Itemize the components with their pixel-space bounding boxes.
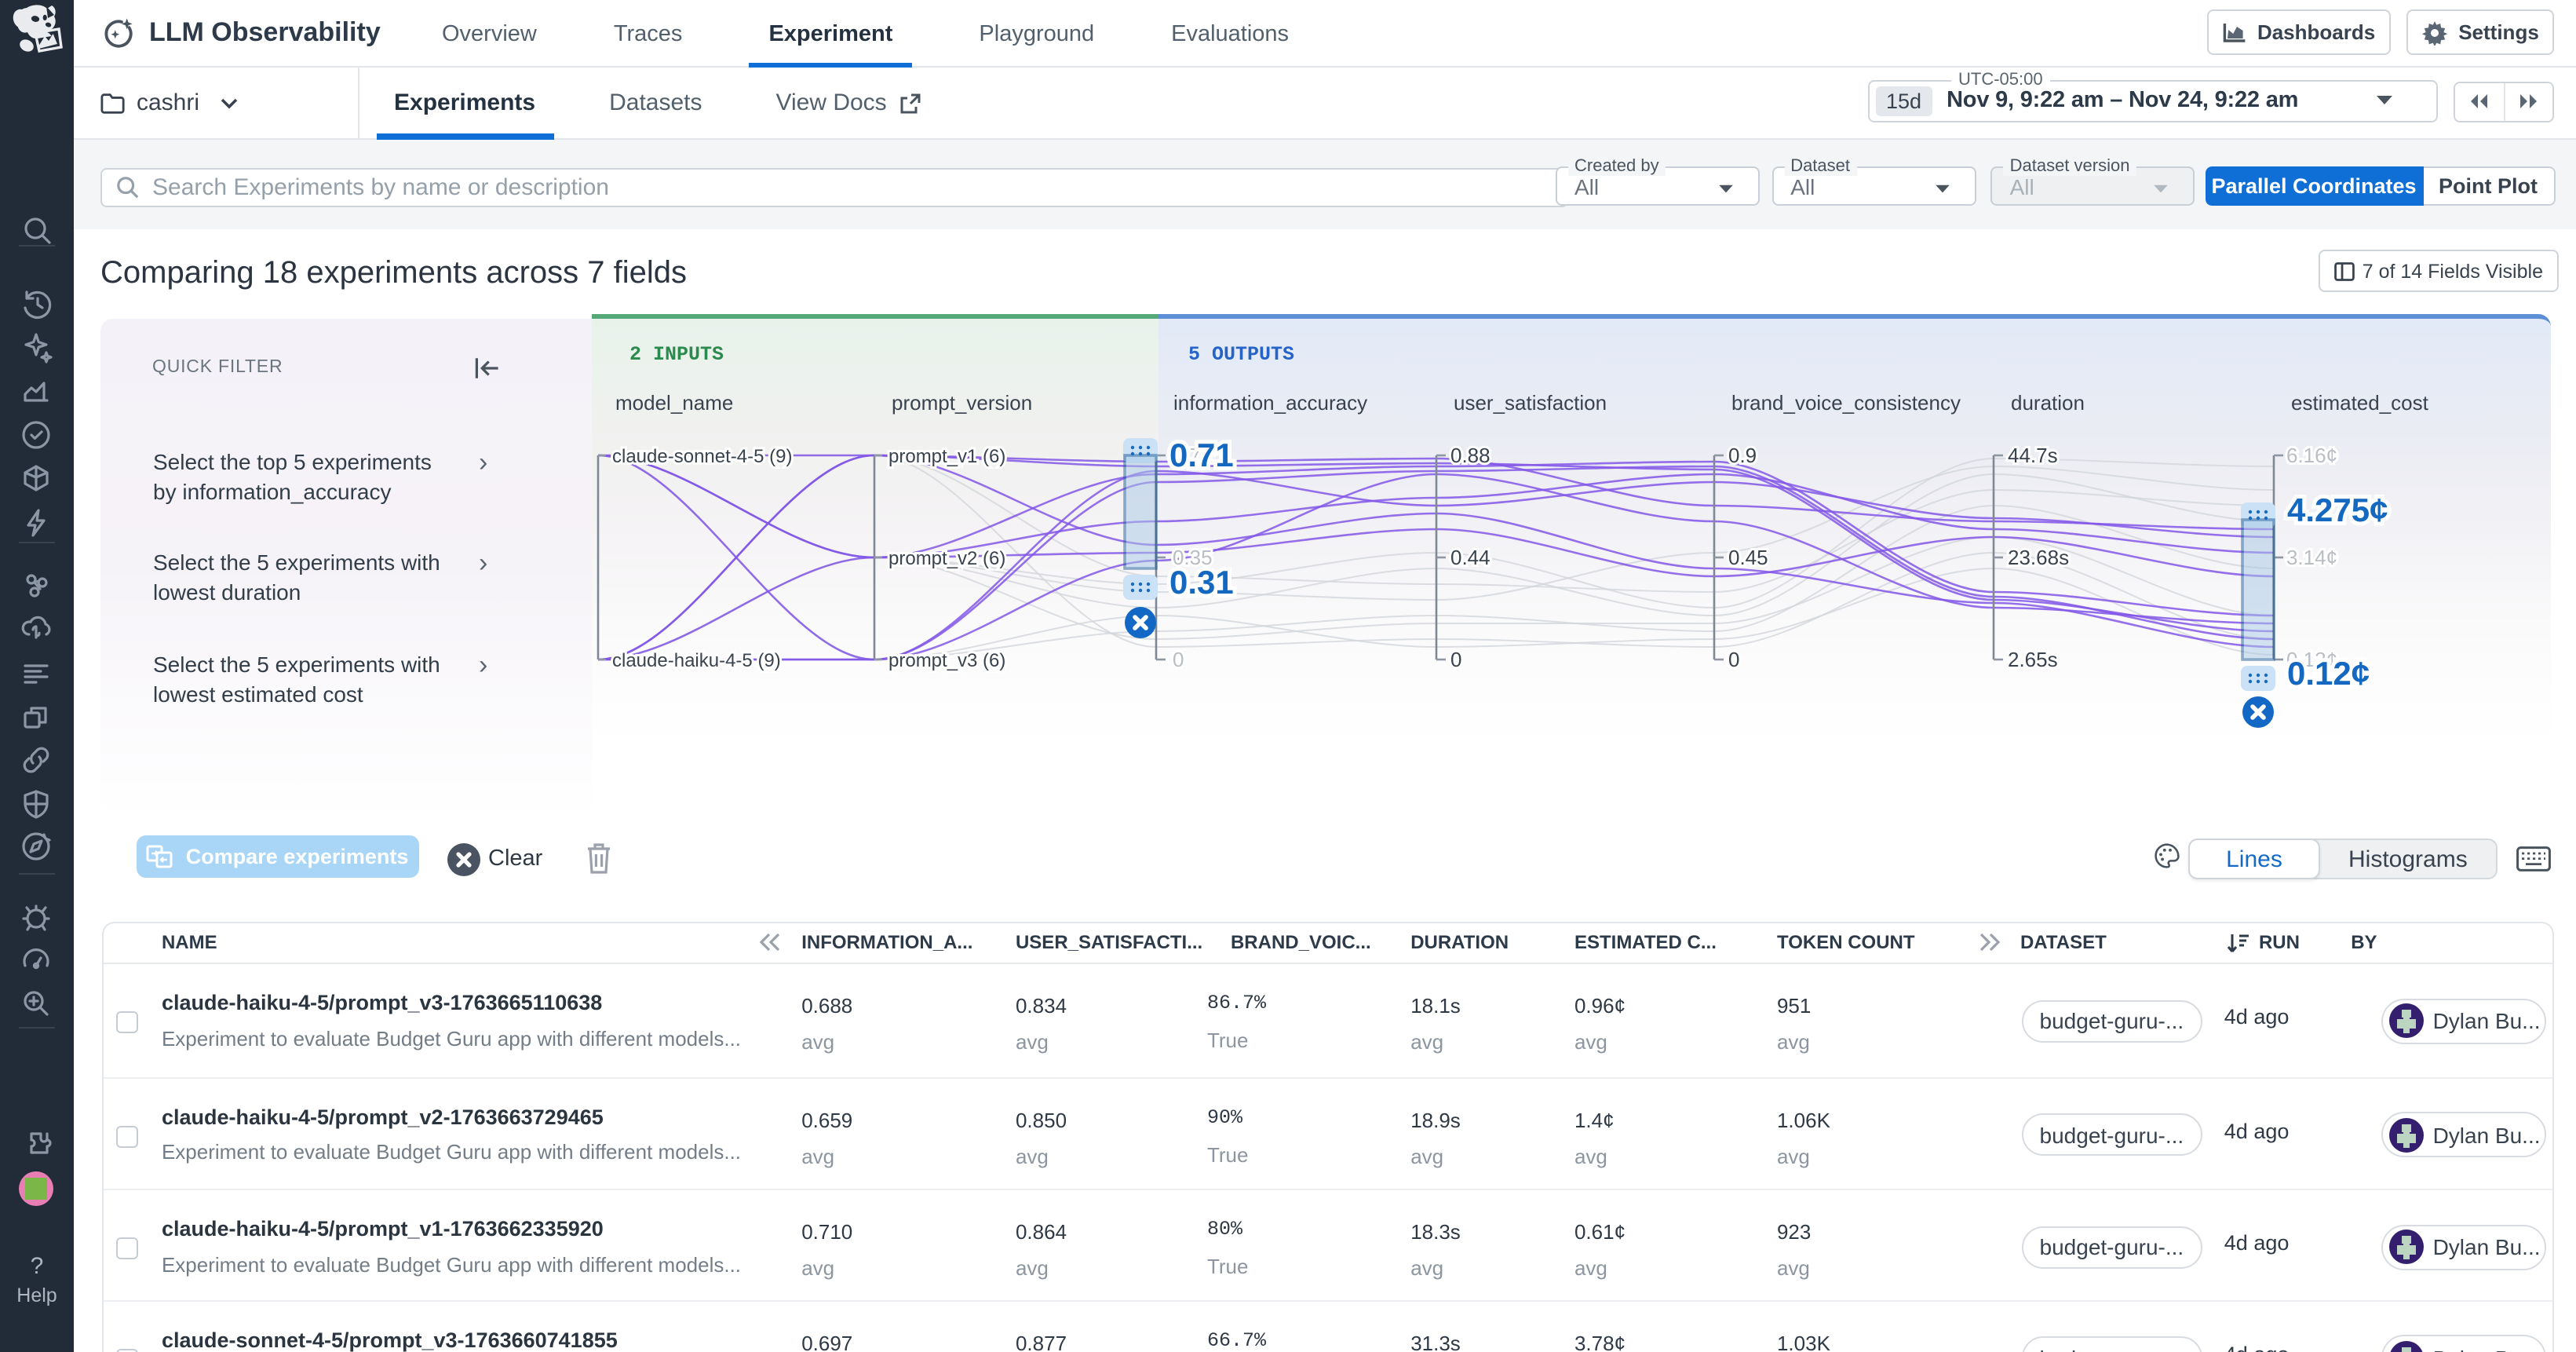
svg-text:6.16¢: 6.16¢	[2286, 444, 2337, 467]
svg-text:0.12¢: 0.12¢	[2287, 655, 2370, 692]
svg-text:0.45: 0.45	[1728, 546, 1768, 569]
svg-text:user_satisfaction: user_satisfaction	[1454, 391, 1607, 415]
svg-text:prompt_v2 (6): prompt_v2 (6)	[888, 548, 1005, 569]
svg-text:0: 0	[1728, 648, 1739, 671]
svg-text:44.7s: 44.7s	[2008, 444, 2058, 467]
svg-text:0: 0	[1450, 648, 1461, 671]
svg-text:prompt_v3 (6): prompt_v3 (6)	[888, 650, 1005, 671]
svg-text:23.68s: 23.68s	[2008, 546, 2069, 569]
svg-text:prompt_v1 (6): prompt_v1 (6)	[888, 446, 1005, 467]
svg-text:estimated_cost: estimated_cost	[2291, 391, 2429, 415]
svg-text:prompt_version: prompt_version	[892, 391, 1032, 415]
svg-text:claude-haiku-4-5 (9): claude-haiku-4-5 (9)	[612, 650, 781, 671]
svg-text:2.65s: 2.65s	[2008, 648, 2058, 671]
svg-text:duration: duration	[2011, 391, 2085, 415]
svg-text:0.31: 0.31	[1169, 564, 1234, 601]
svg-text:3.14¢: 3.14¢	[2286, 546, 2337, 569]
svg-text:0: 0	[1173, 648, 1184, 671]
svg-text:4.275¢: 4.275¢	[2287, 491, 2388, 528]
svg-text:0.9: 0.9	[1728, 444, 1757, 467]
svg-text:claude-sonnet-4-5 (9): claude-sonnet-4-5 (9)	[612, 446, 792, 467]
svg-text:model_name: model_name	[615, 391, 733, 415]
svg-text:0.44: 0.44	[1450, 546, 1491, 569]
svg-text:0.71: 0.71	[1169, 437, 1234, 473]
svg-text:0.88: 0.88	[1450, 444, 1491, 467]
svg-text:information_accuracy: information_accuracy	[1173, 391, 1367, 415]
svg-text:brand_voice_consistency: brand_voice_consistency	[1731, 391, 1961, 415]
